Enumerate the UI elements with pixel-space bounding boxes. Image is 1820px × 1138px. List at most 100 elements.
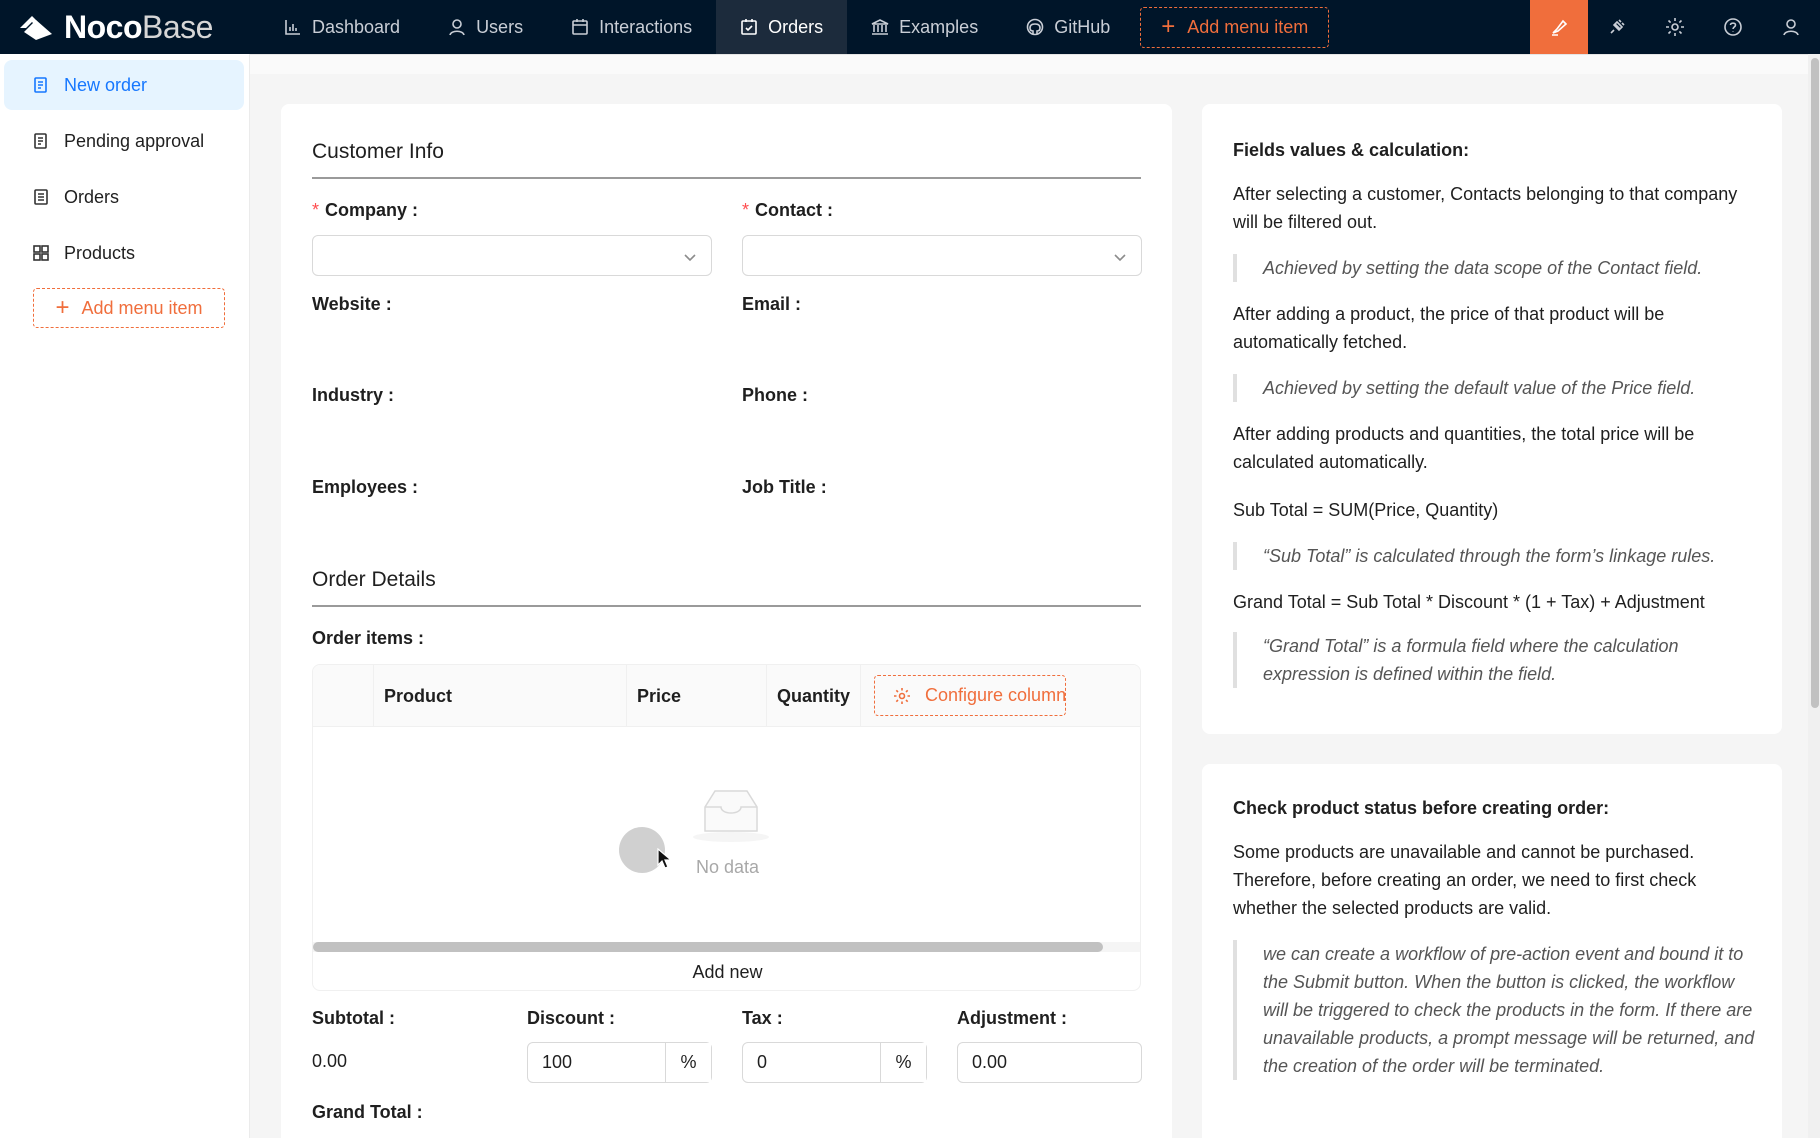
nav-orders-label: Orders <box>768 16 824 37</box>
tax-label: Tax : <box>742 1008 783 1028</box>
info-quote: Achieved by setting the default value of… <box>1233 374 1763 402</box>
order-items-table: Product Price Quantity Configure columns… <box>312 664 1141 991</box>
empty-inbox-icon <box>693 790 769 842</box>
sidebar-item-label: New order <box>64 74 148 95</box>
info-heading: Fields values & calculation: <box>1233 140 1470 160</box>
plug-icon <box>1610 19 1625 34</box>
employees-label: Employees : <box>312 477 419 497</box>
add-menu-item-top-label: Add menu item <box>1187 16 1309 37</box>
sidebar-item-new-order[interactable]: New order <box>4 60 244 110</box>
page-header-strip <box>250 54 1810 74</box>
check-calendar-icon <box>740 18 758 36</box>
nav-dashboard[interactable]: Dashboard <box>260 0 424 54</box>
highlighter-icon <box>1552 19 1568 36</box>
sidebar-item-orders[interactable]: Orders <box>4 172 244 222</box>
info-quote: we can create a workflow of pre-action e… <box>1233 940 1763 1080</box>
nav-interactions[interactable]: Interactions <box>547 0 716 54</box>
nav-examples-label: Examples <box>899 16 979 37</box>
website-label: Website : <box>312 294 392 314</box>
nav-users[interactable]: Users <box>424 0 547 54</box>
discount-unit: % <box>665 1043 711 1082</box>
order-details-title: Order Details <box>312 568 436 591</box>
horizontal-scrollbar-thumb[interactable] <box>313 942 1103 952</box>
adjustment-input-group: 0.00 <box>957 1042 1142 1083</box>
company-label: * Company : <box>312 200 419 220</box>
nav-examples[interactable]: Examples <box>847 0 1002 54</box>
gear-icon <box>894 687 910 704</box>
product-status-info-card: Check product status before creating ord… <box>1202 764 1782 1138</box>
form-icon <box>32 76 50 94</box>
discount-label: Discount : <box>527 1008 616 1028</box>
nav-github-label: GitHub <box>1054 16 1111 37</box>
nav-dashboard-label: Dashboard <box>312 16 401 37</box>
column-header-quantity[interactable]: Quantity <box>767 665 861 727</box>
discount-input-group: 100 % <box>527 1042 712 1083</box>
tax-input-group: 0 % <box>742 1042 927 1083</box>
sidebar: New order Pending approval Orders Produc… <box>0 54 250 1138</box>
vertical-scrollbar-thumb[interactable] <box>1811 58 1819 708</box>
info-paragraph: After adding products and quantities, th… <box>1233 424 1695 472</box>
user-menu-button[interactable] <box>1762 0 1820 54</box>
calendar-icon <box>571 18 589 36</box>
column-header-price[interactable]: Price <box>627 665 767 727</box>
subtotal-label: Subtotal : <box>312 1008 395 1028</box>
fields-calculation-info-card: Fields values & calculation: After selec… <box>1202 104 1782 734</box>
sidebar-item-products[interactable]: Products <box>4 228 244 278</box>
empty-state-text: No data <box>695 857 760 877</box>
select-column-header <box>313 665 374 727</box>
gear-icon <box>1666 18 1684 36</box>
job-title-label: Job Title : <box>742 477 827 497</box>
section-divider <box>312 177 1141 179</box>
info-quote: “Sub Total” is calculated through the fo… <box>1233 542 1763 570</box>
ui-editor-button[interactable] <box>1530 0 1588 54</box>
settings-button[interactable] <box>1646 0 1704 54</box>
help-button[interactable] <box>1704 0 1762 54</box>
add-menu-item-top-button[interactable]: + Add menu item <box>1140 6 1330 48</box>
grid-icon <box>32 244 50 262</box>
configure-columns-label: Configure columns <box>925 685 1066 705</box>
order-form-card: Customer Info * Company : * Contact : Webs… <box>281 104 1172 1138</box>
contact-select[interactable] <box>742 235 1142 276</box>
info-formula: Sub Total = SUM(Price, Quantity) <box>1233 500 1499 520</box>
add-new-row-button[interactable]: Add new <box>313 952 1140 990</box>
sidebar-item-label: Products <box>64 242 136 263</box>
adjustment-input[interactable]: 0.00 <box>958 1043 1141 1082</box>
info-paragraph: Some products are unavailable and cannot… <box>1233 842 1697 918</box>
mouse-pointer-icon <box>657 848 673 869</box>
nocobase-logo[interactable]: Noco Base <box>0 0 260 54</box>
sidebar-item-label: Pending approval <box>64 130 205 151</box>
brand-name-light: Base <box>142 8 213 45</box>
table-icon <box>32 188 50 206</box>
nav-orders[interactable]: Orders <box>716 0 848 54</box>
plus-icon: + <box>1161 13 1176 40</box>
tax-unit: % <box>880 1043 926 1082</box>
tax-input[interactable]: 0 <box>743 1043 880 1082</box>
chevron-down-icon <box>1114 254 1126 262</box>
chevron-down-icon <box>684 254 696 262</box>
contact-label: * Contact : <box>742 200 834 220</box>
github-icon <box>1026 18 1044 36</box>
user-icon <box>1783 19 1799 36</box>
configure-columns-button[interactable]: Configure columns <box>874 675 1066 716</box>
industry-label: Industry : <box>312 385 395 405</box>
info-heading: Check product status before creating ord… <box>1233 798 1610 818</box>
grand-total-label: Grand Total : <box>312 1102 423 1122</box>
info-paragraph: After selecting a customer, Contacts bel… <box>1233 184 1738 232</box>
nav-users-label: Users <box>476 16 524 37</box>
bank-icon <box>871 18 889 36</box>
sidebar-item-pending-approval[interactable]: Pending approval <box>4 116 244 166</box>
discount-input[interactable]: 100 <box>528 1043 665 1082</box>
nav-github[interactable]: GitHub <box>1002 0 1134 54</box>
form-icon <box>32 132 50 150</box>
top-navbar: Noco Base Dashboard Users Interactions Or… <box>0 0 1820 54</box>
plus-icon: + <box>55 294 70 321</box>
column-header-product[interactable]: Product <box>374 665 627 727</box>
info-quote: “Grand Total” is a formula field where t… <box>1233 632 1763 688</box>
sidebar-item-label: Orders <box>64 186 120 207</box>
nav-interactions-label: Interactions <box>599 16 693 37</box>
company-select[interactable] <box>312 235 712 276</box>
subtotal-value: 0.00 <box>312 1051 348 1071</box>
phone-label: Phone : <box>742 385 809 405</box>
plugin-manager-button[interactable] <box>1588 0 1646 54</box>
add-menu-item-sidebar-button[interactable]: + Add menu item <box>33 288 225 328</box>
